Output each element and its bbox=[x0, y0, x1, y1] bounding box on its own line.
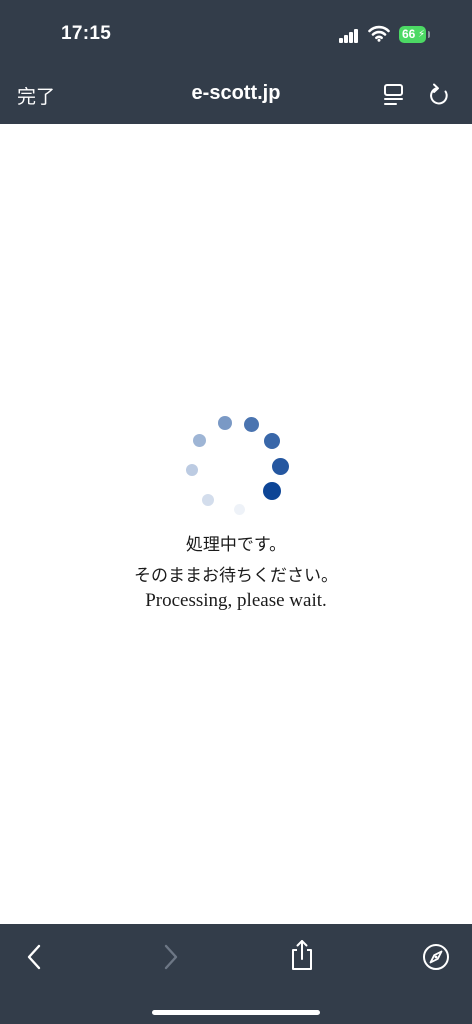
wifi-icon bbox=[368, 25, 390, 42]
home-indicator bbox=[152, 1010, 320, 1015]
spinner-dot bbox=[193, 434, 207, 448]
share-icon[interactable] bbox=[289, 938, 315, 972]
spinner-dot bbox=[243, 417, 259, 433]
processing-message-ja: 処理中です。 bbox=[185, 535, 287, 555]
browser-toolbar bbox=[0, 924, 472, 1024]
done-button[interactable]: 完了 bbox=[17, 82, 55, 109]
spinner-dot bbox=[186, 463, 199, 476]
chevron-right-icon[interactable] bbox=[160, 944, 180, 970]
charging-bolt-icon: ⚡ bbox=[417, 29, 425, 40]
processing-message-en: Processing, please wait. bbox=[145, 590, 327, 611]
spinner-dot bbox=[201, 493, 214, 506]
spinner-dot bbox=[271, 457, 289, 475]
browser-header: 17:15 66 ⚡ 完了 e-scott.jp bbox=[0, 0, 472, 124]
battery-indicator: 66 ⚡ bbox=[399, 26, 426, 43]
loading-spinner-icon bbox=[178, 410, 294, 526]
reader-view-icon[interactable] bbox=[383, 83, 405, 107]
cellular-signal-icon bbox=[339, 29, 359, 43]
battery-cap bbox=[428, 31, 430, 38]
spinner-dot bbox=[264, 432, 281, 449]
status-time: 17:15 bbox=[61, 23, 112, 44]
battery-level: 66 bbox=[402, 27, 416, 41]
spinner-dot bbox=[234, 504, 246, 516]
wait-message-ja: そのままお待ちください。 bbox=[134, 566, 338, 586]
spinner-dot bbox=[217, 416, 232, 431]
compass-icon[interactable] bbox=[421, 942, 451, 972]
chevron-left-icon[interactable] bbox=[25, 944, 45, 970]
spinner-dot bbox=[263, 482, 282, 501]
reload-icon[interactable] bbox=[428, 82, 452, 108]
